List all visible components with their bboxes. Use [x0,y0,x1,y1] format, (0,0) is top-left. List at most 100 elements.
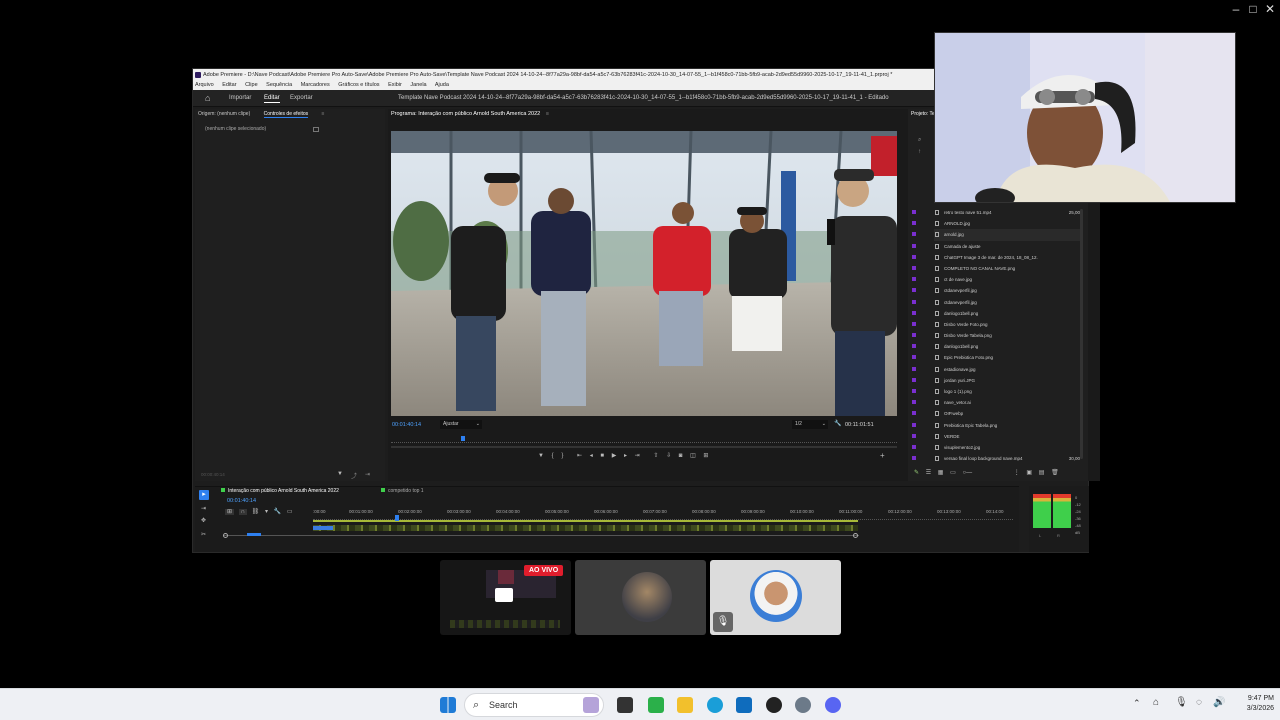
home-icon[interactable]: ⌂ [205,94,210,103]
settings-wrench-icon[interactable]: 🔧 [274,509,281,515]
tab-effect-controls[interactable]: Controles de efeitos [263,111,309,118]
zoom-scrollbar[interactable] [391,446,897,448]
play-icon[interactable]: ▶ [612,453,617,459]
in-point-icon[interactable]: { [552,453,554,459]
list-item[interactable]: nave_vetor.ai [912,397,1082,408]
freeform-view-icon[interactable]: ▭ [950,470,956,476]
panel-menu-icon[interactable]: ≡ [322,111,325,117]
menu-sequencia[interactable]: Sequência [266,82,292,88]
list-item[interactable]: ct de nave.jpg [912,274,1082,285]
pencil-icon[interactable]: ✎ [914,470,919,476]
add-marker-icon[interactable]: ▾ [265,509,268,515]
network-icon[interactable]: ⌂ [1153,697,1159,708]
sequence-tab-2[interactable]: competido top 1 [381,488,424,494]
list-item[interactable]: visuplemento2.jpg [912,442,1082,453]
marker-icon[interactable]: ▼ [538,453,544,459]
list-item[interactable]: jordan yuri.JPG [912,375,1082,386]
sequence-tab-active[interactable]: Interação com público Arnold South Ameri… [221,488,339,494]
camera-icon[interactable]: ◙ [679,453,683,459]
tab-exportar[interactable]: Exportar [290,90,313,107]
add-button-icon[interactable]: + [880,451,885,460]
timeline-playhead[interactable] [395,515,399,521]
participant-tile-2[interactable]: 🎙 [710,560,841,635]
nav-icon[interactable]: ⇥ [365,471,370,478]
track-clips[interactable] [313,525,858,531]
list-item[interactable]: ctdanevperfil.jpg [912,285,1082,296]
list-item[interactable]: logo 1 (1).png [912,386,1082,397]
snap-icon[interactable]: ∩ [238,509,248,515]
list-item[interactable]: danlogo1bell.png [912,341,1082,352]
extract-icon[interactable]: ⇩ [666,453,671,459]
screen-share-tile[interactable]: AO VIVO [440,560,571,635]
delete-icon[interactable]: 🗑 [1051,470,1059,476]
step-back-icon[interactable]: ◂ [590,453,593,459]
scroll-handle-left[interactable] [223,533,228,538]
scroll-position[interactable] [247,533,261,536]
nest-icon[interactable]: ⊞ [225,509,235,515]
timeline-scrollbar[interactable] [223,535,859,536]
icon-view-icon[interactable]: ▦ [938,470,944,476]
menu-editar[interactable]: Editar [222,82,236,88]
linked-selection-icon[interactable]: ⛓ [252,509,260,515]
zoom-slider[interactable]: ○— [962,470,972,476]
list-item[interactable]: COMPLETO NO CANAL NAVE.png [912,263,1082,274]
list-item[interactable]: ChatGPT Image 3 de mar. de 2024, 18_08_1… [912,252,1082,263]
sort-icon[interactable]: ↑ [918,149,921,155]
step-forward-icon[interactable]: ▸ [624,453,627,459]
fit-dropdown[interactable]: Ajustar ⌄ [440,420,482,429]
razor-icon[interactable]: ✂ [201,531,206,538]
tab-source[interactable]: Origem: (nenhum clipe) [198,111,250,117]
microsoft-store-icon[interactable] [648,697,664,713]
vr-icon[interactable]: ⊞ [703,453,708,459]
list-item[interactable]: Camada de ajuste [912,241,1082,252]
list-item[interactable]: versao final loop background nave.mp4 30,… [912,453,1082,464]
track-select-icon[interactable]: ⇥ [201,505,206,512]
tab-importar[interactable]: Importar [229,90,251,107]
taskbar-search-input[interactable]: ⌕ Search [464,693,604,717]
list-item[interactable]: Disbo Verde Foto.png [912,319,1082,330]
program-video-frame[interactable] [391,131,897,416]
selection-tool-icon[interactable]: ▸ [199,490,209,500]
discord-icon[interactable] [825,697,841,713]
lift-icon[interactable]: ⇧ [653,453,658,459]
chevron-up-icon[interactable]: ⌃ [1133,698,1141,709]
volume-icon[interactable]: 🔊 [1213,697,1225,708]
program-tab[interactable]: Programa: Interação com público Arnold S… [391,109,549,119]
goto-out-icon[interactable]: ⇥ [635,453,640,459]
menu-exibir[interactable]: Exibir [388,82,402,88]
settings-gear-icon[interactable] [795,697,811,713]
list-item[interactable]: arnold.jpg [912,229,1082,241]
list-view-icon[interactable]: ☰ [926,470,931,476]
comparison-icon[interactable]: ◫ [690,453,696,459]
export-frame-icon[interactable]: ⤴ [351,471,357,480]
list-item[interactable]: Prebiotica Epic Tabela.png [912,420,1082,431]
menu-arquivo[interactable]: Arquivo [195,82,214,88]
edge-browser-icon[interactable] [707,697,723,713]
sort-menu-icon[interactable]: ⋮ [1014,470,1020,476]
program-playhead[interactable] [461,436,465,441]
list-item[interactable]: ARNOLD.jpg [912,218,1082,229]
close-button[interactable]: ✕ [1260,2,1280,16]
new-bin-icon[interactable]: ▣ [1026,470,1032,476]
clip-blue[interactable] [313,526,333,530]
program-timecode[interactable]: 00:01:40:14 [392,422,421,428]
program-ruler[interactable] [391,437,897,443]
list-item[interactable]: estadionave.jpg [912,364,1082,375]
list-item[interactable]: ctdanevperfil.jpg [912,297,1082,308]
timeline-timecode[interactable]: 00:01:40:14 [227,498,256,504]
ripple-edit-icon[interactable]: ✥ [201,517,206,524]
project-scrollbar[interactable] [1080,209,1083,459]
new-item-icon[interactable]: ▤ [1039,470,1045,476]
menu-marcadores[interactable]: Marcadores [301,82,330,88]
menu-ajuda[interactable]: Ajuda [435,82,449,88]
scroll-handle-right[interactable] [853,533,858,538]
list-item[interactable]: Disbo Verde Tabela.png [912,330,1082,341]
list-item[interactable]: danlogo1bell.png [912,308,1082,319]
wrench-icon[interactable]: 🔧 [834,420,841,427]
list-item[interactable]: OIP.webp [912,408,1082,419]
wifi-icon[interactable]: ◌ [1196,697,1202,708]
list-item[interactable]: retro testo nave 51.mp4 25,00 [912,207,1082,218]
menu-graficos[interactable]: Gráficos e títulos [338,82,379,88]
list-item[interactable]: VERDE [912,431,1082,442]
menu-janela[interactable]: Janela [410,82,426,88]
